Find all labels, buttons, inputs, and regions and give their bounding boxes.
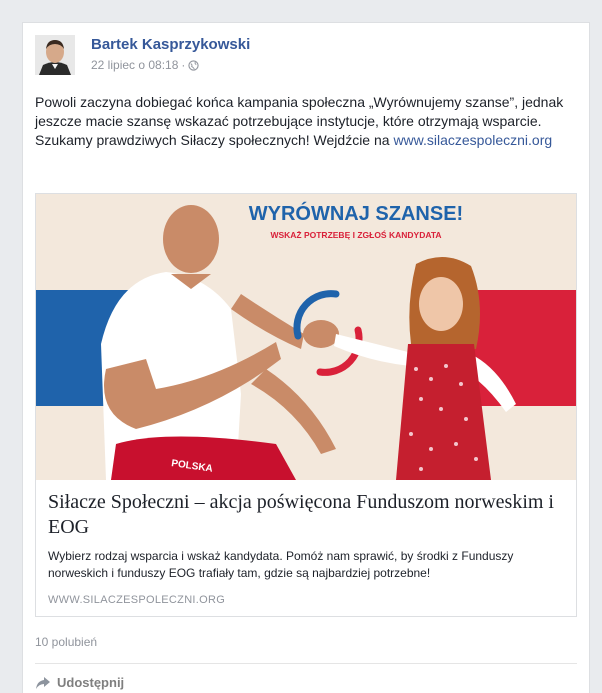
link-title[interactable]: Siłacze Społeczni – akcja poświęcona Fun… [48,490,564,540]
post-timestamp[interactable]: 22 lipiec o 08:18 [91,58,178,72]
share-label: Udostępnij [57,675,125,690]
avatar[interactable] [35,35,75,75]
banner-title: WYRÓWNAJ SZANSE! [249,201,463,225]
likes-count[interactable]: 10 polubień [35,635,97,649]
author-name[interactable]: Bartek Kasprzykowski [91,36,250,53]
divider [35,663,577,664]
link-description: Wybierz rodzaj wsparcia i wskaż kandydat… [48,549,514,580]
link-domain: WWW.SILACZESPOLECZNI.ORG [48,594,226,606]
post-card: Bartek Kasprzykowski 22 lipiec o 08:18 · … [22,22,590,693]
link-attachment[interactable]: WYRÓWNAJ SZANSE! WSKAŻ POTRZEBĘ I ZGŁOŚ … [35,193,577,617]
banner-subtitle: WSKAŻ POTRZEBĘ I ZGŁOŚ KANDYDATA [270,229,441,240]
meta-separator: · [181,58,186,72]
globe-icon[interactable] [188,60,200,74]
post-text: Powoli zaczyna dobiegać końca kampania s… [35,93,575,150]
post-header: Bartek Kasprzykowski 22 lipiec o 08:18 · [35,35,575,75]
post-meta: 22 lipiec o 08:18 · [91,58,200,74]
post-link[interactable]: www.silaczespoleczni.org [393,132,552,148]
share-arrow-icon [35,676,51,690]
link-info: Siłacze Społeczni – akcja poświęcona Fun… [48,490,564,606]
share-button[interactable]: Udostępnij [35,675,124,690]
campaign-image[interactable]: WYRÓWNAJ SZANSE! WSKAŻ POTRZEBĘ I ZGŁOŚ … [36,194,576,480]
